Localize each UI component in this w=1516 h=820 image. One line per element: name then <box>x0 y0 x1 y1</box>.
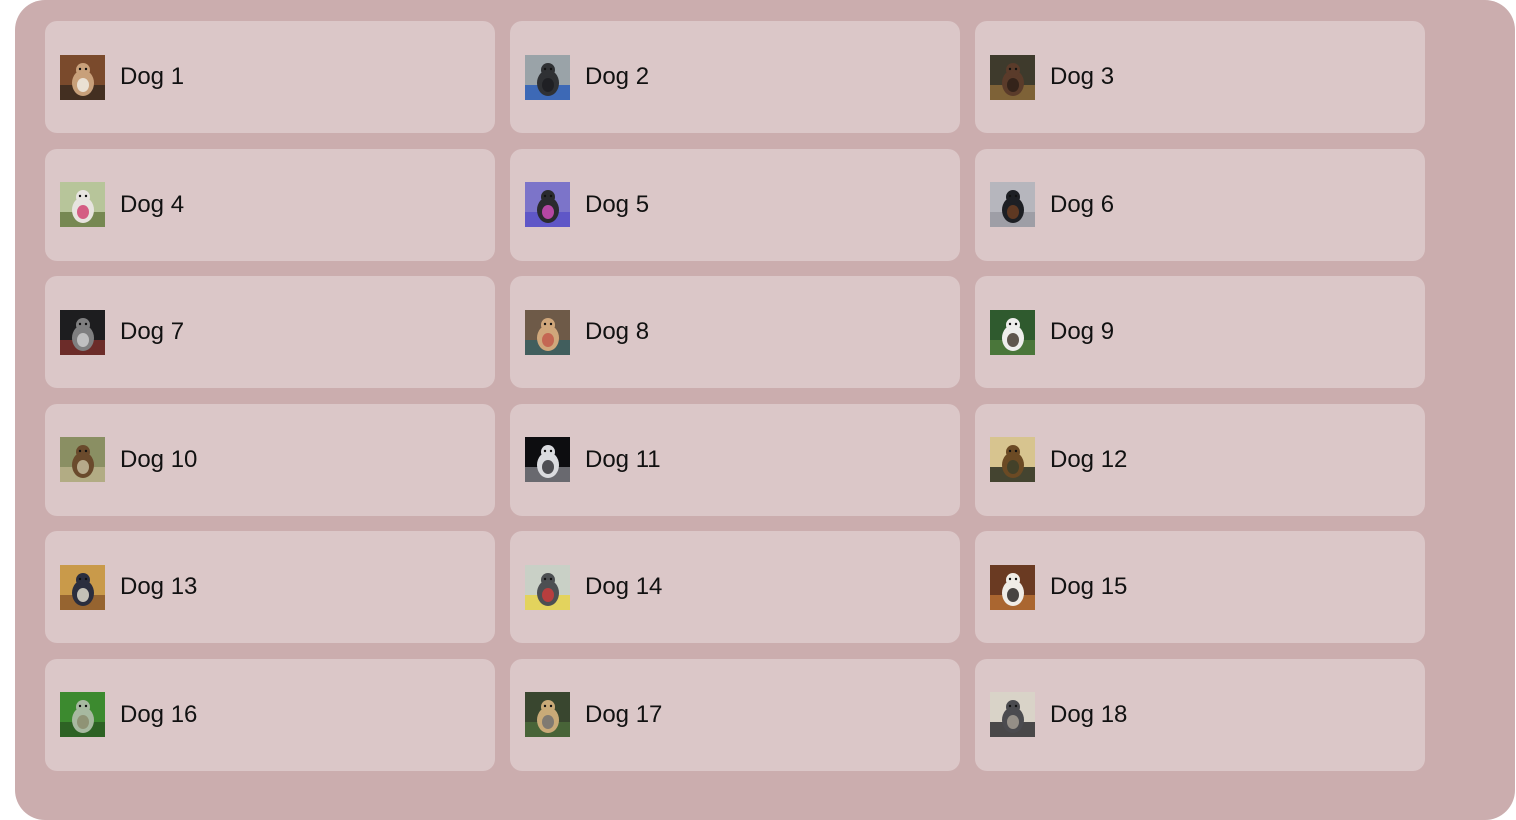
dog-photo-image <box>60 692 105 737</box>
dog-photo-image <box>525 54 570 100</box>
dog-name-label: Dog 5 <box>585 190 650 218</box>
dog-name-label: Dog 16 <box>120 700 198 728</box>
dog-photo-thumbnail <box>525 692 570 737</box>
dog-photo-thumbnail <box>60 182 105 227</box>
dog-name-label: Dog 12 <box>1050 445 1128 473</box>
dog-photo-image <box>60 309 105 355</box>
dog-name-label: Dog 13 <box>120 573 198 600</box>
dog-card[interactable]: Dog 10 <box>45 403 495 516</box>
dog-photo-thumbnail <box>990 309 1035 355</box>
dog-photo-image <box>60 182 105 227</box>
dog-photo-image <box>525 437 570 482</box>
dog-card[interactable]: Dog 13 <box>45 531 495 643</box>
dog-name-label: Dog 6 <box>1050 190 1115 218</box>
dog-photo-thumbnail <box>990 692 1035 737</box>
dog-photo-thumbnail <box>525 54 570 100</box>
dog-card[interactable]: Dog 11 <box>510 403 960 516</box>
dog-card[interactable]: Dog 14 <box>510 531 960 643</box>
dog-photo-image <box>525 182 570 227</box>
dog-name-label: Dog 17 <box>585 700 663 728</box>
dog-photo-image <box>525 309 570 355</box>
dog-photo-image <box>60 564 105 610</box>
dog-photo-image <box>990 692 1035 737</box>
dog-photo-image <box>990 54 1035 100</box>
dog-card[interactable]: Dog 2 <box>510 21 960 133</box>
dog-name-label: Dog 11 <box>585 445 661 473</box>
dog-photo-thumbnail <box>525 182 570 227</box>
dog-photo-thumbnail <box>990 182 1035 227</box>
dog-card[interactable]: Dog 16 <box>45 658 495 771</box>
dog-photo-thumbnail <box>990 564 1035 610</box>
dog-photo-image <box>60 437 105 482</box>
dog-name-label: Dog 3 <box>1050 63 1115 90</box>
dog-photo-thumbnail <box>60 54 105 100</box>
dog-name-label: Dog 8 <box>585 318 650 345</box>
dog-card[interactable]: Dog 18 <box>975 658 1425 771</box>
dog-card[interactable]: Dog 9 <box>975 276 1425 388</box>
dog-photo-thumbnail <box>60 564 105 610</box>
dog-photo-image <box>60 54 105 100</box>
dog-photo-image <box>990 437 1035 482</box>
dog-card[interactable]: Dog 12 <box>975 403 1425 516</box>
dog-card[interactable]: Dog 15 <box>975 531 1425 643</box>
dog-card[interactable]: Dog 6 <box>975 148 1425 261</box>
dog-photo-thumbnail <box>990 54 1035 100</box>
dog-photo-image <box>525 564 570 610</box>
dog-list-panel: Dog 1 Dog 2 Dog 3 Dog 4 Dog 5 Dog 6 Dog 7 Dog 8… <box>15 0 1515 820</box>
dog-card[interactable]: Dog 17 <box>510 658 960 771</box>
dog-photo-image <box>525 692 570 737</box>
dog-name-label: Dog 1 <box>120 63 185 90</box>
dog-photo-thumbnail <box>60 692 105 737</box>
dog-photo-image <box>990 182 1035 227</box>
dog-photo-image <box>990 564 1035 610</box>
dog-name-label: Dog 4 <box>120 190 185 218</box>
dog-photo-thumbnail <box>60 309 105 355</box>
dog-card[interactable]: Dog 8 <box>510 276 960 388</box>
dog-grid: Dog 1 Dog 2 Dog 3 Dog 4 Dog 5 Dog 6 Dog 7 Dog 8… <box>45 21 1425 771</box>
dog-card[interactable]: Dog 1 <box>45 21 495 133</box>
dog-photo-thumbnail <box>990 437 1035 482</box>
dog-name-label: Dog 7 <box>120 318 185 345</box>
dog-name-label: Dog 9 <box>1050 318 1115 345</box>
dog-name-label: Dog 14 <box>585 573 663 600</box>
dog-photo-thumbnail <box>525 309 570 355</box>
dog-photo-image <box>990 309 1035 355</box>
dog-photo-thumbnail <box>525 564 570 610</box>
dog-card[interactable]: Dog 4 <box>45 148 495 261</box>
dog-card[interactable]: Dog 5 <box>510 148 960 261</box>
dog-name-label: Dog 18 <box>1050 700 1128 728</box>
dog-card[interactable]: Dog 7 <box>45 276 495 388</box>
dog-name-label: Dog 2 <box>585 63 650 90</box>
dog-name-label: Dog 10 <box>120 445 198 473</box>
dog-photo-thumbnail <box>525 437 570 482</box>
dog-name-label: Dog 15 <box>1050 573 1128 600</box>
dog-card[interactable]: Dog 3 <box>975 21 1425 133</box>
dog-photo-thumbnail <box>60 437 105 482</box>
